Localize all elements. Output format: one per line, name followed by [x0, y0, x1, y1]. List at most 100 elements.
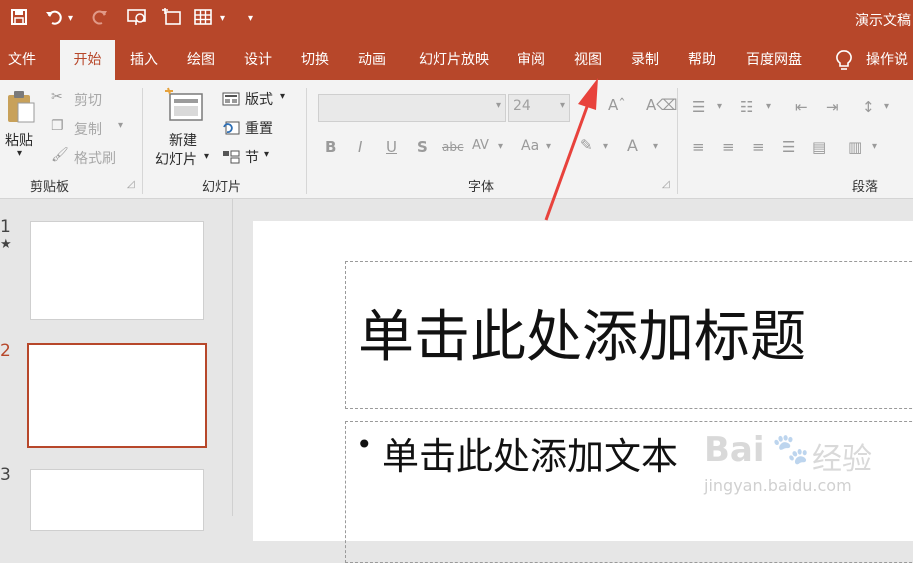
- title-placeholder-text: 单击此处添加标题: [358, 305, 806, 370]
- chevron-down-icon[interactable]: ▾: [496, 100, 501, 111]
- tab-record[interactable]: 录制: [625, 40, 665, 80]
- paste-icon[interactable]: [6, 90, 36, 128]
- font-size-value: 24: [513, 98, 531, 114]
- paste-dropdown-icon[interactable]: ▾: [17, 148, 22, 159]
- tell-me-search[interactable]: 操作说: [866, 40, 913, 80]
- body-placeholder-text: 单击此处添加文本: [382, 435, 678, 478]
- tab-baidu-netdisk[interactable]: 百度网盘: [739, 40, 809, 80]
- group-divider: [142, 88, 143, 194]
- tab-animations[interactable]: 动画: [352, 40, 392, 80]
- undo-dropdown-icon[interactable]: ▾: [68, 8, 73, 30]
- transition-star-icon: ★: [0, 237, 12, 252]
- italic-icon[interactable]: I: [358, 138, 362, 156]
- tab-transitions[interactable]: 切换: [295, 40, 335, 80]
- chevron-down-icon[interactable]: ▾: [766, 101, 771, 112]
- decrease-indent-icon[interactable]: ⇤: [795, 98, 808, 116]
- title-placeholder[interactable]: 单击此处添加标题: [345, 261, 913, 409]
- undo-icon[interactable]: [44, 8, 64, 32]
- section-dropdown-icon[interactable]: ▾: [264, 149, 269, 160]
- slide-number: 2: [0, 341, 11, 361]
- chevron-down-icon[interactable]: ▾: [884, 101, 889, 112]
- font-color-icon[interactable]: A: [627, 136, 638, 155]
- new-slide-button-line2[interactable]: 幻灯片: [155, 149, 197, 169]
- copy-dropdown-icon[interactable]: ▾: [118, 120, 123, 131]
- customize-toolbar-icon[interactable]: ▾: [248, 8, 253, 30]
- layout-icon[interactable]: [222, 91, 240, 110]
- columns-icon[interactable]: ▥: [848, 138, 862, 156]
- paste-button[interactable]: 粘贴: [5, 130, 33, 150]
- strikethrough-icon[interactable]: abc: [442, 140, 464, 154]
- group-label-clipboard: 剪贴板: [30, 180, 70, 195]
- format-painter-icon[interactable]: 🖌: [51, 147, 69, 163]
- slideshow-from-start-icon[interactable]: [126, 8, 148, 32]
- increase-indent-icon[interactable]: ⇥: [826, 98, 839, 116]
- tab-home[interactable]: 开始: [60, 40, 115, 80]
- new-slide-icon[interactable]: [160, 8, 182, 32]
- group-divider: [306, 88, 307, 194]
- section-icon[interactable]: [222, 149, 240, 168]
- tab-help[interactable]: 帮助: [682, 40, 722, 80]
- tab-slideshow[interactable]: 幻灯片放映: [409, 40, 499, 80]
- tab-file[interactable]: 文件: [0, 40, 44, 80]
- chevron-down-icon[interactable]: ▾: [653, 141, 658, 152]
- new-slide-dropdown-icon[interactable]: ▾: [204, 151, 209, 162]
- align-left-icon[interactable]: ≡: [692, 138, 705, 156]
- chevron-down-icon[interactable]: ▾: [872, 141, 877, 152]
- scissors-icon[interactable]: ✂: [51, 89, 63, 105]
- underline-icon[interactable]: U: [386, 138, 397, 156]
- copy-button[interactable]: 复制: [74, 119, 102, 139]
- bullets-icon[interactable]: ☰: [692, 98, 705, 116]
- slide-thumbnail-3[interactable]: [30, 469, 204, 531]
- clear-formatting-icon[interactable]: A⌫: [646, 96, 677, 114]
- dialog-launcher-icon[interactable]: ◿: [127, 179, 135, 190]
- reset-button[interactable]: 重置: [245, 118, 273, 138]
- watermark-brand: Bai: [704, 430, 765, 470]
- new-slide-button-line1[interactable]: 新建: [169, 130, 197, 150]
- chevron-down-icon[interactable]: ▾: [498, 141, 503, 152]
- tab-insert[interactable]: 插入: [124, 40, 164, 80]
- new-slide-large-icon[interactable]: [164, 86, 206, 128]
- layout-dropdown-icon[interactable]: ▾: [280, 91, 285, 102]
- paw-logo-icon: 🐾: [772, 432, 810, 467]
- group-divider: [677, 88, 678, 194]
- dialog-launcher-icon[interactable]: ◿: [662, 179, 670, 190]
- slide-thumbnails-panel[interactable]: 1 ★ 2 3: [0, 199, 233, 531]
- align-center-icon[interactable]: ≡: [722, 138, 735, 156]
- ribbon-home: 粘贴 ▾ ✂ 剪切 ❐ 复制 ▾ 🖌 格式刷 剪贴板 ◿ 新建 幻灯片 ▾ 版式…: [0, 80, 913, 199]
- slide-thumbnail-1[interactable]: [30, 221, 204, 320]
- format-painter-button[interactable]: 格式刷: [74, 148, 116, 168]
- tab-design[interactable]: 设计: [238, 40, 278, 80]
- text-shadow-icon[interactable]: S: [417, 138, 428, 156]
- redo-icon[interactable]: [92, 8, 110, 32]
- slide-number: 1: [0, 217, 11, 237]
- line-spacing-icon[interactable]: ↕: [862, 98, 875, 116]
- group-label-paragraph: 段落: [852, 180, 879, 195]
- title-bar: ▾ ▾ ▾ 演示文稿: [0, 0, 913, 40]
- character-spacing-icon[interactable]: AV: [472, 138, 489, 153]
- align-right-icon[interactable]: ≡: [752, 138, 765, 156]
- save-icon[interactable]: [10, 8, 28, 32]
- font-name-combobox[interactable]: ▾: [318, 94, 506, 122]
- annotation-arrow: [544, 78, 598, 221]
- numbering-icon[interactable]: ☷: [740, 98, 753, 116]
- section-button[interactable]: 节: [245, 147, 259, 167]
- copy-icon[interactable]: ❐: [51, 118, 64, 134]
- tab-draw[interactable]: 绘图: [181, 40, 221, 80]
- lightbulb-icon[interactable]: [836, 50, 852, 76]
- baidu-jingyan-watermark: Bai 🐾 经验 jingyan.baidu.com: [700, 420, 910, 510]
- justify-icon[interactable]: ☰: [782, 138, 795, 156]
- slide-number: 3: [0, 465, 11, 485]
- table-dropdown-icon[interactable]: ▾: [220, 8, 225, 30]
- watermark-brand-suffix: 经验: [812, 442, 872, 477]
- reset-icon[interactable]: [222, 120, 240, 139]
- cut-button[interactable]: 剪切: [74, 90, 102, 110]
- table-icon[interactable]: [193, 8, 213, 32]
- slide-thumbnail-2[interactable]: [27, 343, 207, 448]
- group-label-slides: 幻灯片: [202, 180, 242, 195]
- group-label-font: 字体: [468, 180, 495, 195]
- bold-icon[interactable]: B: [325, 138, 336, 156]
- layout-button[interactable]: 版式: [245, 89, 273, 109]
- document-title: 演示文稿: [855, 13, 911, 29]
- distributed-align-icon[interactable]: ▤: [812, 138, 826, 156]
- chevron-down-icon[interactable]: ▾: [717, 101, 722, 112]
